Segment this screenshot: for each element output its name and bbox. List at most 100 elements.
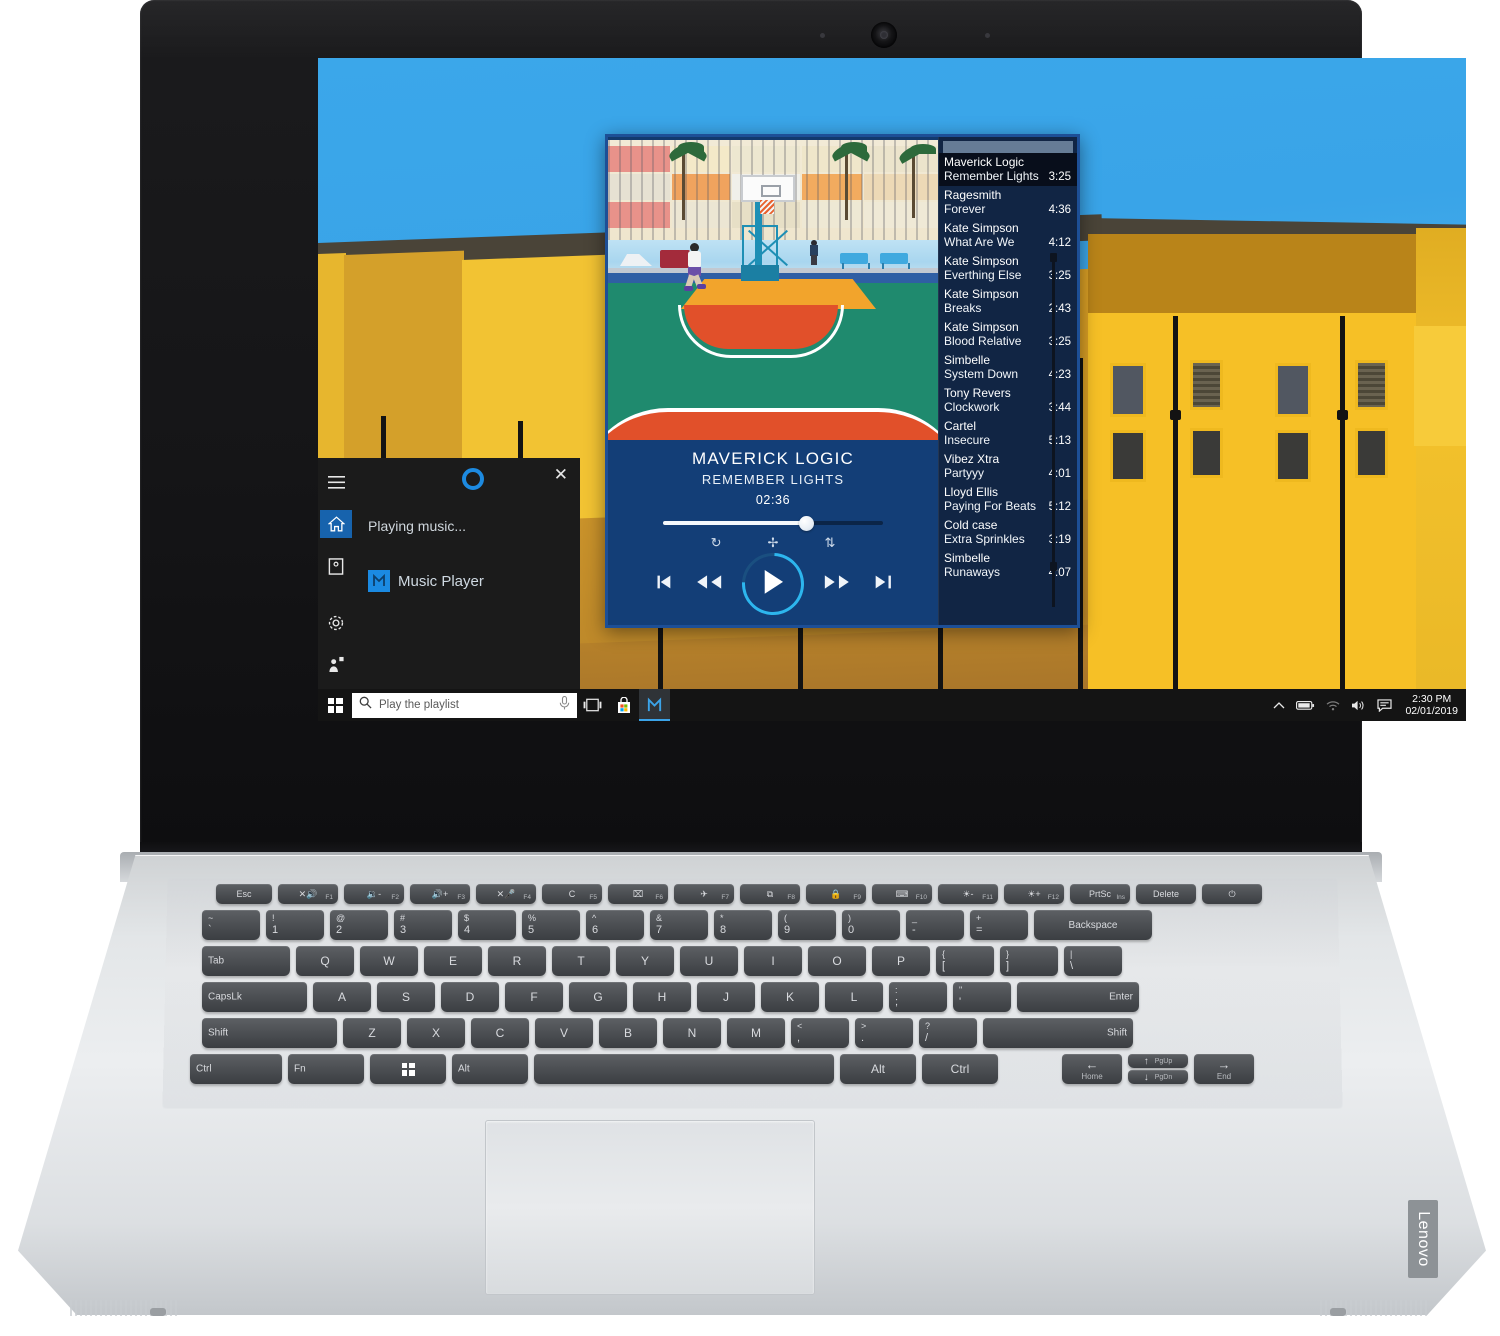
key-fn[interactable]: Fn xyxy=(288,1054,364,1084)
start-button[interactable] xyxy=(318,689,352,721)
taskbar-clock[interactable]: 2:30 PM 02/01/2019 xyxy=(1403,693,1458,717)
progress-slider[interactable] xyxy=(663,514,883,532)
key-backtick[interactable]: ~ ` xyxy=(202,910,260,940)
key-6[interactable]: ^ 6 xyxy=(586,910,644,940)
playlist-item[interactable]: Maverick Logic Remember Lights 3:25 xyxy=(939,153,1077,186)
key-ctrl-right[interactable]: Ctrl xyxy=(922,1054,998,1084)
key-t[interactable]: T xyxy=(552,946,610,976)
key-2[interactable]: @2 xyxy=(330,910,388,940)
key-i[interactable]: I xyxy=(744,946,802,976)
fast-forward-button[interactable] xyxy=(822,569,854,600)
action-center-icon[interactable] xyxy=(1377,698,1393,712)
key-n[interactable]: N xyxy=(663,1018,721,1048)
key-arrow-up[interactable]: ↑ PgUp xyxy=(1128,1054,1188,1068)
key-h[interactable]: H xyxy=(633,982,691,1012)
playlist-scroll-thumb-bottom[interactable] xyxy=(1050,562,1057,571)
key-f[interactable]: F xyxy=(505,982,563,1012)
key-windows[interactable] xyxy=(370,1054,446,1084)
key-a[interactable]: A xyxy=(313,982,371,1012)
key-shift-right[interactable]: Shift xyxy=(983,1018,1133,1048)
playlist-item[interactable]: Kate Simpson Breaks 2:43 xyxy=(939,285,1077,318)
key-fn-13[interactable]: PrtSc Ins xyxy=(1070,884,1130,904)
key-fn-15[interactable]: ⏻ xyxy=(1202,884,1262,904)
key-u[interactable]: U xyxy=(680,946,738,976)
key-bracket-1[interactable]: }] xyxy=(1000,946,1058,976)
key-fn-8[interactable]: ⧉ F8 xyxy=(740,884,800,904)
playlist-item[interactable]: Vibez Xtra Partyyy 4:01 xyxy=(939,450,1077,483)
key-arrow-down[interactable]: ↓ PgDn xyxy=(1128,1070,1188,1084)
playlist-item[interactable]: Cartel Insecure 5:13 xyxy=(939,417,1077,450)
skip-next-button[interactable] xyxy=(872,571,894,598)
key-p[interactable]: P xyxy=(872,946,930,976)
key-w[interactable]: W xyxy=(360,946,418,976)
key-l[interactable]: L xyxy=(825,982,883,1012)
playlist-rows[interactable]: Maverick Logic Remember Lights 3:25 Ragesmi… xyxy=(939,153,1077,582)
volume-icon[interactable] xyxy=(1351,699,1366,712)
battery-icon[interactable] xyxy=(1296,700,1315,711)
playlist-item[interactable]: Kate Simpson What Are We 4:12 xyxy=(939,219,1077,252)
key-tab[interactable]: Tab xyxy=(202,946,290,976)
key-g[interactable]: G xyxy=(569,982,627,1012)
key-v[interactable]: V xyxy=(535,1018,593,1048)
key-y[interactable]: Y xyxy=(616,946,674,976)
skip-previous-button[interactable] xyxy=(652,571,674,598)
key-punct-0[interactable]: :; xyxy=(889,982,947,1012)
key-s[interactable]: S xyxy=(377,982,435,1012)
key-fn-0[interactable]: Esc xyxy=(216,884,272,904)
touchpad[interactable] xyxy=(485,1120,815,1295)
repeat-one-icon[interactable]: ↻ xyxy=(711,536,722,549)
keyboard[interactable]: Esc ✕🔊 F1 🔉- F2 🔊+ F3 ✕🎤 F4 C F5 ⌧ F6 ✈ F7 ⧉ F8 🔒 F9 ⌨ F10 ☀-… xyxy=(172,884,1330,1088)
play-button[interactable] xyxy=(729,540,817,628)
playlist-item[interactable]: Kate Simpson Blood Relative 3:25 xyxy=(939,318,1077,351)
microphone-icon[interactable] xyxy=(559,695,570,715)
key-punct2-0[interactable]: <, xyxy=(791,1018,849,1048)
playlist-item[interactable]: Tony Revers Clockwork 3:44 xyxy=(939,384,1077,417)
key-j[interactable]: J xyxy=(697,982,755,1012)
key-fn-9[interactable]: 🔒 F9 xyxy=(806,884,866,904)
key-fn-1[interactable]: ✕🔊 F1 xyxy=(278,884,338,904)
key-k[interactable]: K xyxy=(761,982,819,1012)
shuffle-icon[interactable]: ✢ xyxy=(768,536,779,549)
repeat-all-icon[interactable]: ⇅ xyxy=(824,536,835,549)
key-bracket-2[interactable]: | \ xyxy=(1064,946,1122,976)
key-fn-3[interactable]: 🔊+ F3 xyxy=(410,884,470,904)
key-q[interactable]: Q xyxy=(296,946,354,976)
key-c[interactable]: C xyxy=(471,1018,529,1048)
key-m[interactable]: M xyxy=(727,1018,785,1048)
key-fn-11[interactable]: ☀- F11 xyxy=(938,884,998,904)
key-e[interactable]: E xyxy=(424,946,482,976)
key-fn-2[interactable]: 🔉- F2 xyxy=(344,884,404,904)
playlist-item[interactable]: Cold case Extra Sprinkles 3:19 xyxy=(939,516,1077,549)
key-capslock[interactable]: CapsLk xyxy=(202,982,307,1012)
key-shift-left[interactable]: Shift xyxy=(202,1018,337,1048)
key-b[interactable]: B xyxy=(599,1018,657,1048)
progress-knob[interactable] xyxy=(799,516,814,531)
key-9[interactable]: (9 xyxy=(778,910,836,940)
taskbar-music-player-icon[interactable] xyxy=(639,689,670,721)
key-fn-6[interactable]: ⌧ F6 xyxy=(608,884,668,904)
close-icon[interactable]: ✕ xyxy=(554,466,568,483)
hamburger-icon[interactable] xyxy=(320,468,352,496)
key-4[interactable]: $4 xyxy=(458,910,516,940)
key-1[interactable]: ! 1 xyxy=(266,910,324,940)
key-backspace[interactable]: Backspace xyxy=(1034,910,1152,940)
home-icon[interactable] xyxy=(320,510,352,539)
key-fn-12[interactable]: ☀+ F12 xyxy=(1004,884,1064,904)
search-input[interactable]: Play the playlist xyxy=(379,699,552,711)
key-d[interactable]: D xyxy=(441,982,499,1012)
key-5[interactable]: % 5 xyxy=(522,910,580,940)
cortana-panel[interactable]: ✕ Playing music... Music Player xyxy=(318,458,580,689)
key-fn-4[interactable]: ✕🎤 F4 xyxy=(476,884,536,904)
key-=[interactable]: + = xyxy=(970,910,1028,940)
task-view-icon[interactable] xyxy=(577,689,608,721)
notebook-icon[interactable] xyxy=(320,552,352,580)
key-enter[interactable]: Enter xyxy=(1017,982,1139,1012)
key-fn-10[interactable]: ⌨ F10 xyxy=(872,884,932,904)
music-player-window[interactable]: MAVERICK LOGIC REMEMBER LIGHTS 02:36 ↻ ✢… xyxy=(605,134,1080,628)
cortana-app-result[interactable]: Music Player xyxy=(368,570,484,592)
key-arrow-left[interactable]: ← Home xyxy=(1062,1054,1122,1084)
key--[interactable]: _ - xyxy=(906,910,964,940)
key-fn-14[interactable]: Delete xyxy=(1136,884,1196,904)
microsoft-store-icon[interactable] xyxy=(608,689,639,721)
key-o[interactable]: O xyxy=(808,946,866,976)
